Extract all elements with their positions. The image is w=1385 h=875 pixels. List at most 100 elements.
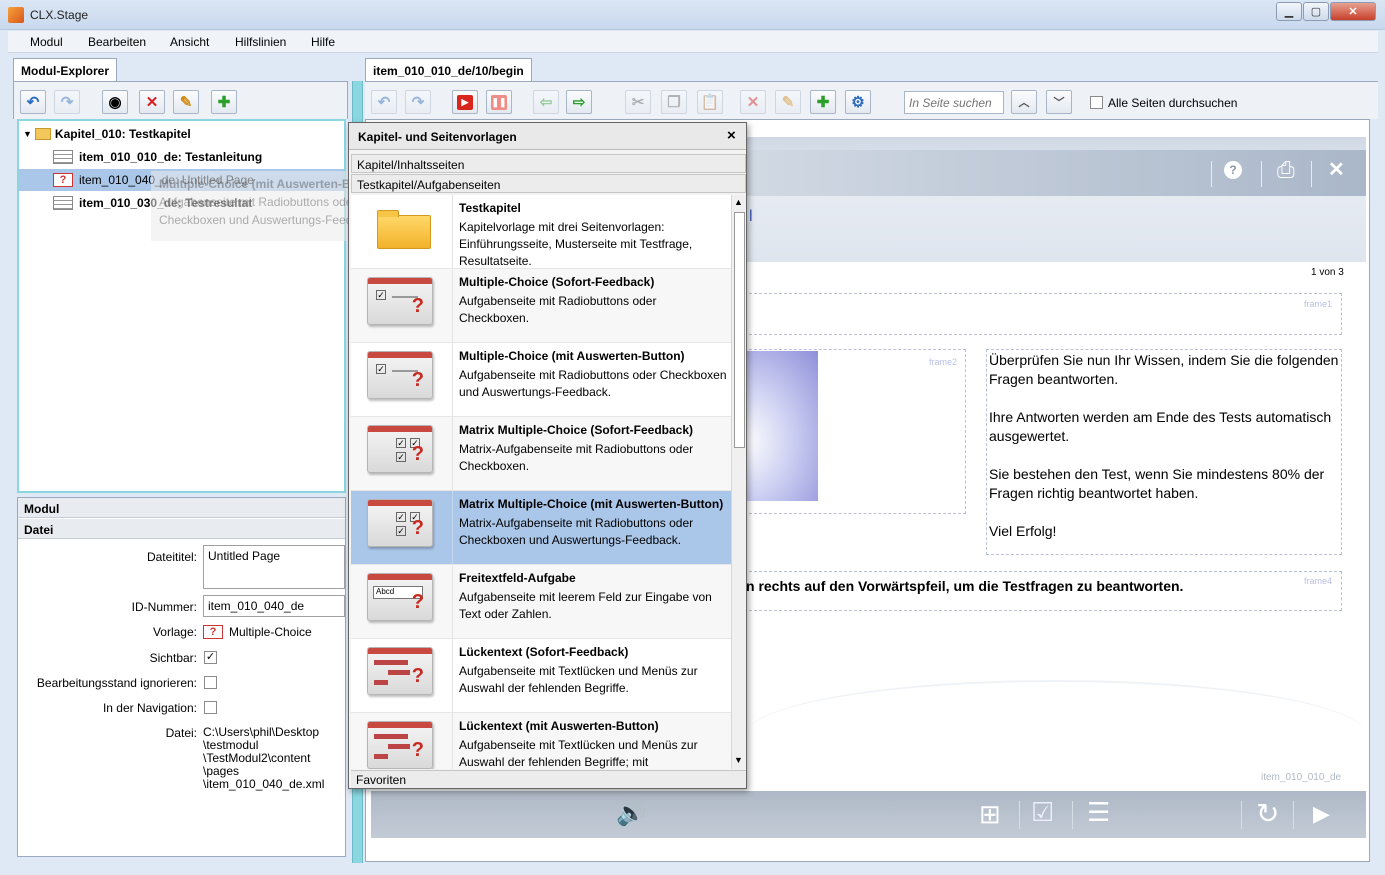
- frame1[interactable]: [744, 293, 1342, 335]
- pencil-icon: ✎: [781, 94, 795, 111]
- delete-icon: ✕: [746, 94, 760, 111]
- in-navigation-checkbox[interactable]: [204, 701, 217, 714]
- maximize-button[interactable]: ▢: [1303, 2, 1329, 21]
- title-field[interactable]: Untitled Page: [203, 545, 345, 589]
- template-description: Aufgabenseite mit Radiobuttons oder Chec…: [459, 368, 727, 399]
- minimize-button[interactable]: ▁: [1276, 2, 1302, 21]
- tab-editor-page[interactable]: item_010_010_de/10/begin: [365, 58, 532, 81]
- cut-button[interactable]: ✂: [625, 90, 651, 114]
- scroll-down-icon[interactable]: ▼: [734, 755, 743, 765]
- template-divider: [452, 269, 453, 342]
- export-button[interactable]: ⇨: [566, 90, 592, 114]
- copy-button[interactable]: ❐: [661, 90, 687, 114]
- export-icon: ⇨: [572, 94, 586, 111]
- tree-item[interactable]: item_010_030_de: Testresultat: [53, 192, 252, 214]
- header-divider: [1211, 161, 1212, 187]
- scroll-thumb[interactable]: [734, 212, 745, 448]
- section-favoriten[interactable]: Favoriten: [351, 770, 746, 788]
- next-page-icon[interactable]: ▶: [1313, 801, 1330, 827]
- template-item[interactable]: ✓ ✓ ✓? Matrix Multiple-Choice (Sofort-Feed…: [351, 417, 731, 491]
- redo-button[interactable]: ↷: [54, 90, 80, 114]
- template-description: Aufgabenseite mit Radiobuttons oder Chec…: [459, 294, 657, 325]
- search-input[interactable]: [904, 91, 1004, 114]
- reload-icon[interactable]: ↻: [1256, 797, 1279, 830]
- template-title: Multiple-Choice (mit Auswerten-Button): [459, 349, 685, 363]
- header-divider: [1311, 161, 1312, 187]
- header-divider: [1261, 161, 1262, 187]
- paste-icon: 📋: [700, 94, 720, 111]
- tree-item[interactable]: item_010_010_de: Testanleitung: [53, 146, 262, 168]
- template-divider: [452, 713, 453, 769]
- multiple-choice-icon: ?: [53, 173, 73, 187]
- intro-paragraph: Sie bestehen den Test, wenn Sie mindeste…: [989, 466, 1325, 501]
- menu-hilfslinien[interactable]: Hilfslinien: [235, 35, 286, 49]
- popup-title: Kapitel- und Seitenvorlagen: [358, 130, 517, 144]
- undo-button[interactable]: ↶: [371, 90, 397, 114]
- template-divider: [452, 491, 453, 564]
- print-icon[interactable]: ⎙: [1277, 157, 1295, 183]
- template-title: Freitextfeld-Aufgabe: [459, 571, 576, 585]
- settings-button[interactable]: ⚙: [845, 90, 871, 114]
- in-navigation-label: In der Navigation:: [102, 701, 197, 715]
- edit-button[interactable]: ✎: [775, 90, 801, 114]
- section-kapitel-inhaltsseiten[interactable]: Kapitel/Inhaltsseiten: [351, 154, 746, 173]
- template-item[interactable]: ✓? Multiple-Choice (mit Auswerten-Button…: [351, 343, 731, 417]
- delete-button[interactable]: ✕: [139, 90, 165, 114]
- id-field[interactable]: item_010_040_de: [203, 595, 345, 617]
- visible-label: Sichtbar:: [149, 651, 197, 665]
- template-item[interactable]: ? Lückentext (Sofort-Feedback) Aufgabens…: [351, 639, 731, 713]
- copy-icon: ❐: [667, 94, 681, 111]
- search-all-checkbox[interactable]: [1090, 96, 1103, 109]
- pause-button[interactable]: ❚❚: [486, 90, 512, 114]
- template-item[interactable]: ✓? Multiple-Choice (Sofort-Feedback) Auf…: [351, 269, 731, 343]
- paste-button[interactable]: 📋: [697, 90, 723, 114]
- tab-modul-explorer[interactable]: Modul-Explorer: [13, 58, 118, 81]
- search-next-button[interactable]: ﹀: [1046, 90, 1072, 114]
- page-image: [744, 351, 818, 501]
- template-item-selected[interactable]: ✓ ✓ ✓? Matrix Multiple-Choice (mit Auswert…: [351, 491, 731, 565]
- add-button[interactable]: ✚: [211, 90, 237, 114]
- scroll-up-icon[interactable]: ▲: [734, 197, 743, 207]
- tree-item-selected[interactable]: ? item_010_040_de: Untitled Page: [19, 169, 344, 191]
- menu-hilfe[interactable]: Hilfe: [311, 35, 335, 49]
- expand-arrow-icon[interactable]: ▼: [23, 129, 32, 139]
- section-testkapitel-aufgabenseiten[interactable]: Testkapitel/Aufgabenseiten: [351, 174, 746, 193]
- section-datei[interactable]: Datei: [18, 519, 345, 539]
- sound-icon[interactable]: 🔊: [616, 799, 646, 828]
- play-button[interactable]: ▶: [452, 90, 478, 114]
- template-item[interactable]: Testkapitel Kapitelvorlage mit drei Seit…: [351, 195, 731, 269]
- sitemap-icon[interactable]: ⊞: [979, 799, 1001, 830]
- template-scrollbar[interactable]: ▲ ▼: [731, 195, 746, 769]
- multiple-choice-thumbnail: ✓?: [367, 351, 433, 399]
- edit-button[interactable]: ✎: [173, 90, 199, 114]
- visible-checkbox[interactable]: ✓: [204, 651, 217, 664]
- redo-button[interactable]: ↷: [405, 90, 431, 114]
- popup-close-button[interactable]: ×: [727, 127, 736, 144]
- preview-button[interactable]: ◉: [102, 90, 128, 114]
- section-modul[interactable]: Modul: [18, 498, 345, 518]
- list-icon[interactable]: ☰: [1087, 797, 1110, 828]
- import-button[interactable]: ⇦: [533, 90, 559, 114]
- menu-ansicht[interactable]: Ansicht: [170, 35, 209, 49]
- search-previous-button[interactable]: ︿: [1011, 90, 1037, 114]
- help-icon[interactable]: ?: [1224, 161, 1242, 179]
- add-button[interactable]: ✚: [810, 90, 836, 114]
- template-item[interactable]: Abcd? Freitextfeld-Aufgabe Aufgabenseite…: [351, 565, 731, 639]
- ignore-state-checkbox[interactable]: [204, 676, 217, 689]
- redo-icon: ↷: [411, 94, 425, 111]
- tree-chapter[interactable]: ▼ Kapitel_010: Testkapitel: [23, 123, 191, 145]
- template-item[interactable]: ? Lückentext (mit Auswerten-Button) Aufg…: [351, 713, 731, 769]
- title-bar: [0, 0, 1385, 30]
- module-tree: ▼ Kapitel_010: Testkapitel item_010_010_…: [17, 119, 351, 493]
- intro-paragraph: Überprüfen Sie nun Ihr Wissen, indem Sie…: [989, 352, 1339, 387]
- close-page-icon[interactable]: ✕: [1328, 157, 1345, 182]
- undo-button[interactable]: ↶: [20, 90, 46, 114]
- checklist-icon[interactable]: ☑: [1031, 797, 1054, 828]
- close-window-button[interactable]: ✕: [1330, 2, 1376, 21]
- search-all-label[interactable]: Alle Seiten durchsuchen: [1108, 96, 1237, 110]
- menu-bearbeiten[interactable]: Bearbeiten: [88, 35, 146, 49]
- tree-item-label: item_010_030_de: Testresultat: [79, 196, 253, 210]
- page-counter: 1 von 3: [1311, 267, 1344, 278]
- menu-modul[interactable]: Modul: [30, 35, 63, 49]
- delete-button[interactable]: ✕: [740, 90, 766, 114]
